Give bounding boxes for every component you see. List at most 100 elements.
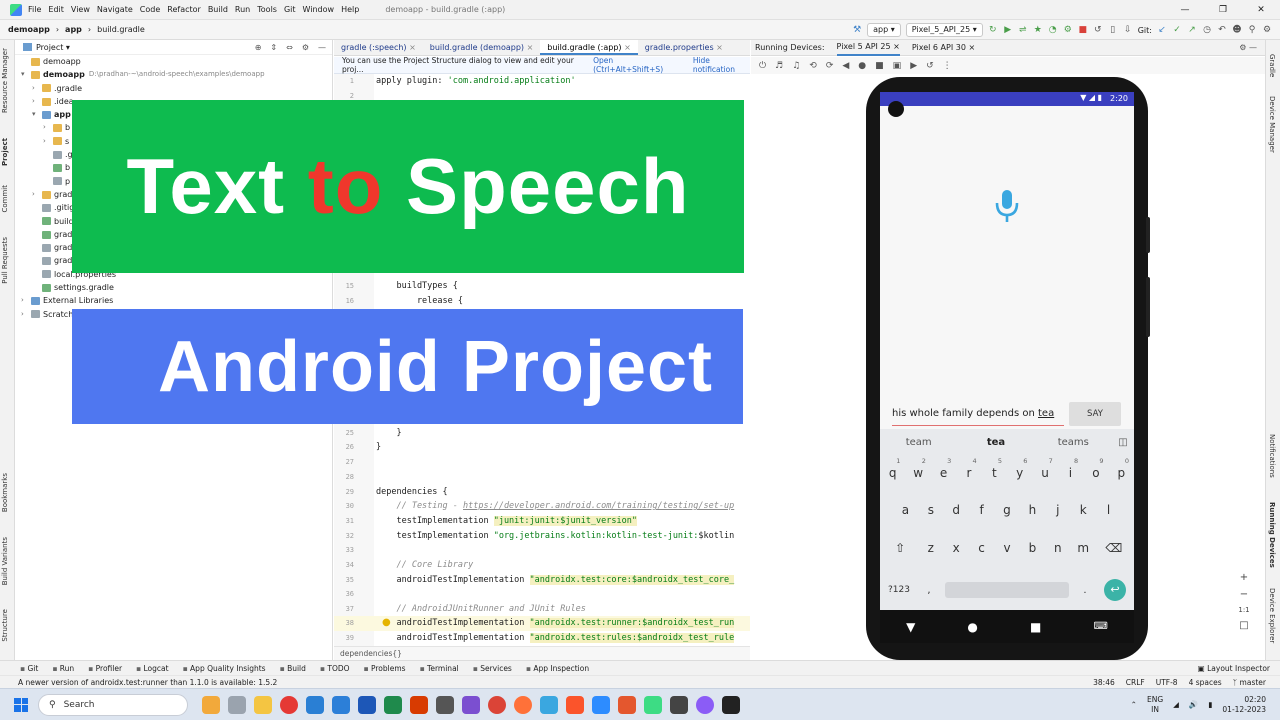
terminal-app-icon[interactable] [722,695,740,714]
code-line[interactable]: 15 buildTypes { [334,279,750,294]
key-l[interactable]: l [1096,503,1121,517]
rerun-icon[interactable]: ↻ [988,25,998,35]
tool-window-logcat[interactable]: ▪ Logcat [136,664,169,673]
battery-icon[interactable]: ▮ [1208,700,1212,709]
zoom-in-icon[interactable]: + [1240,572,1248,583]
code-line[interactable]: 25 } [334,426,750,441]
zoom-app-icon[interactable] [592,695,610,714]
running-devices-options-icon[interactable]: ⚙ — [1239,43,1265,52]
store-app-icon[interactable] [306,695,324,714]
git-push-icon[interactable]: ↗ [1187,25,1197,35]
key-w[interactable]: w2 [905,457,930,480]
git-commit-icon[interactable]: ✓ [1172,25,1182,35]
minimize-icon[interactable]: — [1166,0,1204,20]
status-cursor-position[interactable]: 38:46 [1093,678,1115,687]
tool-resource-manager[interactable]: Resource Manager [1,48,9,113]
menu-item-git[interactable]: Git [284,5,296,14]
collapsed-arrow-icon[interactable]: › [32,82,42,95]
phone-volume-button[interactable] [1146,217,1150,253]
open-project-structure-link[interactable]: Open (Ctrl+Alt+Shift+S) [593,56,679,74]
tool-notifications[interactable]: Notifications [1268,434,1276,478]
nav-home-icon[interactable]: ● [967,620,977,634]
rotate-left-icon[interactable]: ⟲ [809,61,817,71]
hide-notification-link[interactable]: Hide notification [693,56,750,74]
chat-app-icon[interactable] [696,695,714,714]
collapsed-arrow-icon[interactable]: › [32,95,42,108]
code-line[interactable]: 35 androidTestImplementation "androidx.t… [334,573,750,588]
tool-window-terminal[interactable]: ▪ Terminal [420,664,459,673]
vscode-app-icon[interactable] [332,695,350,714]
collapsed-arrow-icon[interactable]: › [43,135,53,148]
suggestion-tea[interactable]: tea [957,437,1034,448]
close-tab-icon[interactable]: × [622,43,631,52]
search-everywhere-icon[interactable]: ⚲ [1247,25,1257,35]
screen-record-icon[interactable]: ▶ [910,61,917,71]
home-icon[interactable]: ● [858,61,866,71]
screenshot-icon[interactable]: ▣ [893,61,902,71]
speech-text-input[interactable]: his whole family depends on tea [892,402,1064,426]
menu-item-edit[interactable]: Edit [48,5,64,14]
key-k[interactable]: k [1070,503,1095,517]
suggestion-teams[interactable]: teams [1035,437,1112,448]
code-line[interactable]: 31 testImplementation "junit:junit:$juni… [334,514,750,529]
device-select[interactable]: Pixel_5_API_25 ▾ [905,23,983,37]
back-icon[interactable]: ◀ [842,61,849,71]
git-update-icon[interactable]: ↙ [1157,25,1167,35]
account-icon[interactable]: ☻ [1232,25,1242,35]
tree-item[interactable]: demoapp [15,55,332,68]
tool-project[interactable]: Project [1,138,9,166]
tool-running-devices[interactable]: Running Devices [1268,502,1276,568]
excel-app-icon[interactable] [384,695,402,714]
hammer-icon[interactable]: ⚒ [852,25,862,35]
tool-window-profiler[interactable]: ▪ Profiler [88,664,122,673]
expanded-arrow-icon[interactable]: ▾ [32,108,42,121]
collapse-all-icon[interactable]: ⇔ [286,43,293,52]
code-line[interactable]: 38 androidTestImplementation "androidx.t… [334,616,750,631]
tool-pull-requests[interactable]: Pull Requests [1,237,9,284]
key-j[interactable]: j [1045,503,1070,517]
clock[interactable]: 02:20 01-12-2023 [1222,695,1266,715]
tool-window-app-quality-insights[interactable]: ▪ App Quality Insights [183,664,266,673]
power-icon[interactable]: ⏻ [759,61,766,71]
hide-panel-icon[interactable]: — [318,43,326,52]
key-e[interactable]: e3 [931,457,956,480]
code-line[interactable]: 26} [334,440,750,455]
code-line[interactable]: 39 androidTestImplementation "androidx.t… [334,631,750,646]
rollback-icon[interactable]: ↶ [1217,25,1227,35]
nav-keyboard-icon[interactable]: ⌨ [1094,621,1108,632]
code-line[interactable]: 30 // Testing - https://developer.androi… [334,499,750,514]
status-encoding[interactable]: UTF-8 [1156,678,1178,687]
suggestion-team[interactable]: team [880,437,957,448]
device-tab-pixel5[interactable]: Pixel 5 API 25 × [836,40,900,56]
profile-icon[interactable]: ◔ [1048,25,1058,35]
key-t[interactable]: t5 [982,457,1007,480]
code-line[interactable]: 29 dependencies { [334,485,750,500]
microphone-icon[interactable] [994,188,1020,224]
word-app-icon[interactable] [358,695,376,714]
key-y[interactable]: y6 [1007,457,1032,480]
task-view-app-icon[interactable] [228,695,246,714]
close-tab-icon[interactable]: × [714,43,723,52]
breadcrumb-module[interactable]: app [65,25,82,34]
menu-item-navigate[interactable]: Navigate [97,5,133,14]
tree-item[interactable]: ▾ demoapp D:\pradhan-~\android-speech\exam… [15,68,332,81]
menu-item-tools[interactable]: Tools [257,5,277,14]
camera-app-icon[interactable] [670,695,688,714]
zoom-out-icon[interactable]: − [1240,589,1248,600]
tool-window-problems[interactable]: ▪ Problems [364,664,406,673]
overview-icon[interactable]: ■ [875,61,884,71]
avd-manager-icon[interactable]: ▯ [1108,25,1118,35]
key-q[interactable]: q1 [880,457,905,480]
github-app-icon[interactable] [436,695,454,714]
status-git-branch[interactable]: ᛉ master [1233,678,1266,687]
tree-item[interactable]: › External Libraries [15,294,332,307]
phone-power-button[interactable] [1146,277,1150,337]
period-key[interactable]: . [1073,585,1097,596]
key-u[interactable]: u7 [1032,457,1057,480]
tool-window-run[interactable]: ▪ Run [52,664,74,673]
history-icon[interactable]: ◷ [1202,25,1212,35]
editor-tab[interactable]: gradle.properties × [638,40,730,55]
wifi-icon[interactable]: ◢ [1173,700,1179,709]
locate-icon[interactable]: ⊕ [255,43,262,52]
rotate-right-icon[interactable]: ⟳ [826,61,834,71]
